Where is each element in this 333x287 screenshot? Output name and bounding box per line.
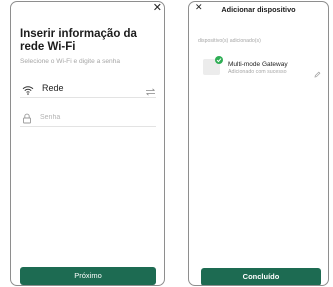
pencil-icon[interactable] [314,65,321,83]
page-title: Adicionar dispositivo [221,5,296,14]
check-icon [215,56,223,64]
close-icon[interactable]: ✕ [153,2,162,13]
wifi-setup-screen: ✕ Inserir informação da rede Wi-Fi Selec… [10,1,165,286]
lock-icon [22,111,32,129]
wifi-network-label: Rede [42,83,64,93]
device-status: Adicionado com sucesso [228,69,287,75]
added-devices-label: dispositivo(s) adicionado(s) [198,38,261,44]
wifi-network-selector[interactable]: Rede [20,78,156,98]
page-subtitle: Selecione o Wi-Fi e digite a senha [20,58,121,65]
password-field-row [20,107,156,127]
wifi-icon [22,82,34,100]
add-device-screen: ✕ Adicionar dispositivo dispositivo(s) a… [188,1,329,286]
done-button[interactable]: Concluído [201,268,321,285]
password-input[interactable] [40,110,140,124]
device-name: Multi-mode Gateway [228,61,288,68]
next-button[interactable]: Próximo [20,267,156,285]
page-title: Inserir informação da rede Wi-Fi [20,28,137,53]
switch-arrows-icon[interactable] [145,83,156,101]
